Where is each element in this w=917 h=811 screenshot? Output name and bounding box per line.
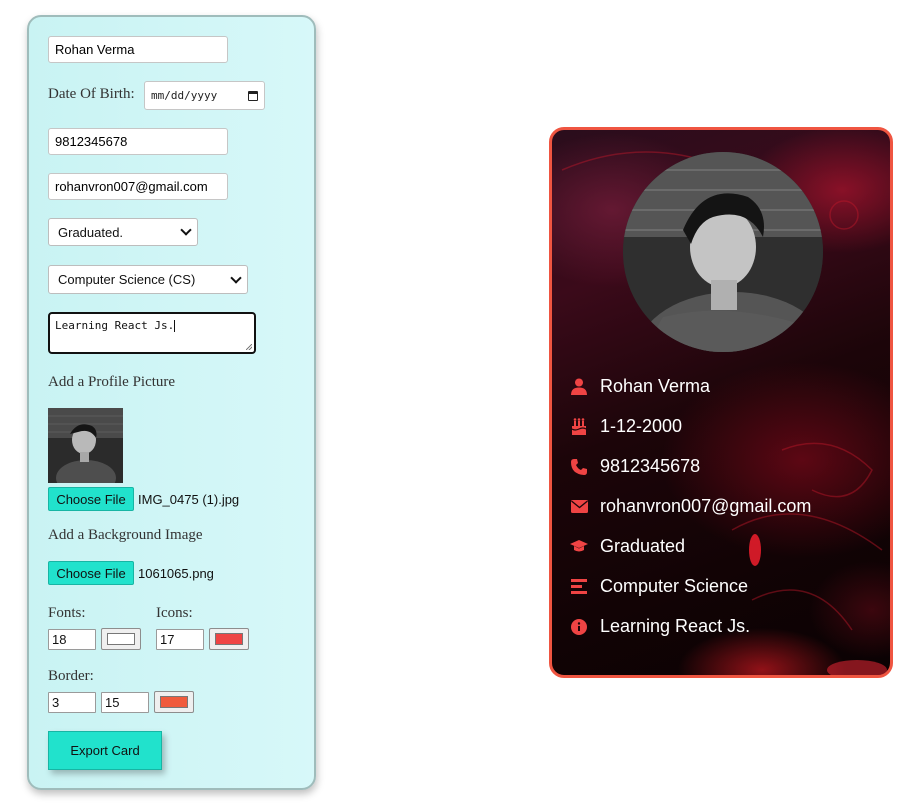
card-email: rohanvron007@gmail.com bbox=[600, 496, 812, 516]
profile-avatar bbox=[623, 152, 823, 352]
card-branch: Computer Science bbox=[600, 576, 749, 596]
dob-placeholder: mm/dd/yyyy bbox=[151, 89, 218, 102]
envelope-icon bbox=[570, 498, 588, 516]
email-input[interactable]: rohanvron007@gmail.com bbox=[48, 173, 228, 200]
border-radius-input[interactable]: 15 bbox=[101, 692, 149, 713]
resize-grip-icon[interactable] bbox=[246, 344, 252, 350]
profile-picture-preview bbox=[48, 408, 123, 483]
education-selected: Graduated. bbox=[58, 224, 124, 240]
birthday-cake-icon bbox=[570, 418, 588, 436]
education-select[interactable]: Graduated. bbox=[48, 218, 198, 246]
dob-label: Date Of Birth: bbox=[48, 86, 135, 102]
card-name-row: Rohan Verma bbox=[570, 376, 710, 397]
profile-file-name: IMG_0475 (1).jpg bbox=[138, 492, 240, 507]
name-input[interactable]: Rohan Verma bbox=[48, 36, 228, 63]
border-color-picker[interactable] bbox=[154, 691, 194, 713]
branch-select[interactable]: Computer Science (CS) bbox=[48, 265, 248, 294]
page: Rohan Verma Date Of Birth: mm/dd/yyyy 98… bbox=[0, 0, 917, 811]
id-card-preview: Rohan Verma 1-12-2000 9812345678 rohanvr… bbox=[549, 127, 893, 678]
graduation-cap-icon bbox=[570, 538, 588, 556]
branch-selected: Computer Science (CS) bbox=[58, 272, 196, 287]
border-label: Border: bbox=[48, 668, 94, 684]
icons-label: Icons: bbox=[156, 605, 193, 621]
card-branch-row: Computer Science bbox=[570, 576, 748, 597]
icon-size-input[interactable]: 17 bbox=[156, 629, 204, 650]
font-color-picker[interactable] bbox=[101, 628, 141, 650]
info-icon bbox=[570, 618, 588, 636]
note-textarea[interactable]: Learning React Js. bbox=[48, 312, 256, 354]
card-phone-row: 9812345678 bbox=[570, 456, 700, 477]
card-name: Rohan Verma bbox=[600, 376, 711, 396]
background-choose-file-button[interactable]: Choose File bbox=[48, 561, 134, 585]
font-size-input[interactable]: 18 bbox=[48, 629, 96, 650]
note-text: Learning React Js. bbox=[55, 319, 175, 332]
text-cursor bbox=[174, 320, 176, 332]
card-phone: 9812345678 bbox=[600, 456, 701, 476]
profile-choose-file-button[interactable]: Choose File bbox=[48, 487, 134, 511]
dob-input[interactable]: mm/dd/yyyy bbox=[144, 81, 265, 110]
fonts-label: Fonts: bbox=[48, 605, 86, 621]
card-education: Graduated bbox=[600, 536, 686, 556]
phone-input[interactable]: 9812345678 bbox=[48, 128, 228, 155]
font-color-swatch bbox=[107, 633, 135, 645]
export-card-button[interactable]: Export Card bbox=[48, 731, 162, 770]
calendar-icon[interactable] bbox=[248, 90, 258, 101]
card-dob-row: 1-12-2000 bbox=[570, 416, 682, 437]
border-width-input[interactable]: 3 bbox=[48, 692, 96, 713]
chevron-down-icon bbox=[230, 271, 242, 284]
card-email-row: rohanvron007@gmail.com bbox=[570, 496, 811, 517]
background-file-name: 1061065.png bbox=[138, 566, 214, 581]
phone-icon bbox=[570, 458, 588, 476]
list-icon bbox=[570, 578, 588, 596]
icon-color-swatch bbox=[215, 633, 243, 645]
background-image-label: Add a Background Image bbox=[48, 527, 203, 543]
card-note-row: Learning React Js. bbox=[570, 616, 750, 637]
border-color-swatch bbox=[160, 696, 188, 708]
chevron-down-icon bbox=[180, 224, 192, 236]
profile-picture-label: Add a Profile Picture bbox=[48, 374, 176, 390]
card-note: Learning React Js. bbox=[600, 616, 751, 636]
card-dob: 1-12-2000 bbox=[600, 416, 683, 436]
user-icon bbox=[570, 378, 588, 396]
icon-color-picker[interactable] bbox=[209, 628, 249, 650]
card-education-row: Graduated bbox=[570, 536, 685, 557]
